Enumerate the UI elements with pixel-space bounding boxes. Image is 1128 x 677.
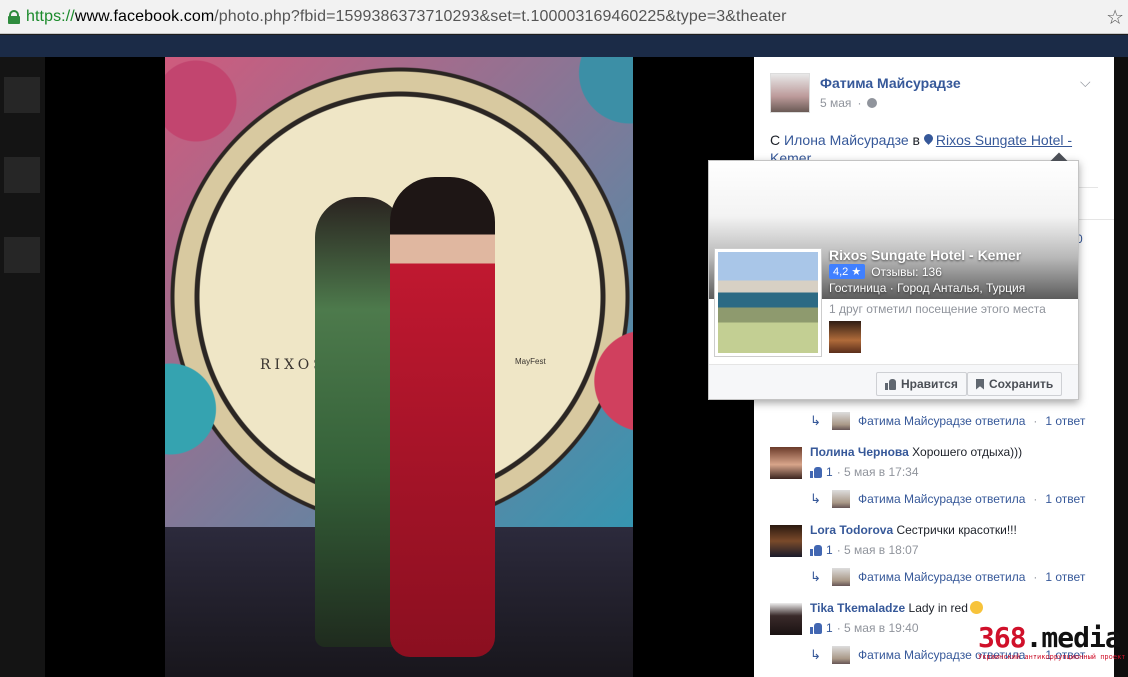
globe-icon <box>867 98 878 108</box>
photo-theater[interactable]: RIXOS MayFest <box>45 57 754 677</box>
place-name[interactable]: Rixos Sungate Hotel - Kemer <box>829 247 1021 263</box>
place-category: Гостиница · Город Анталья, Турция <box>829 281 1026 295</box>
reply-summary[interactable]: ↳ Фатима Майсурадзе ответила · 1 ответ <box>810 489 1085 509</box>
post-date[interactable]: 5 мая <box>820 96 851 110</box>
place-rating: 4,2 ★ Отзывы: 136 <box>829 264 942 279</box>
like-count[interactable]: 1 <box>826 621 833 635</box>
like-count[interactable]: 1 <box>826 465 833 479</box>
reply-arrow-icon: ↳ <box>810 647 821 662</box>
commenter-name[interactable]: Tika Tkemaladze <box>810 601 905 615</box>
commenter-avatar[interactable] <box>770 525 802 557</box>
post-meta: 5 мая · <box>820 96 878 110</box>
commenter-name[interactable]: Полина Чернова <box>810 445 909 459</box>
commenter-avatar[interactable] <box>770 447 802 479</box>
location-pin-icon <box>924 134 933 146</box>
watermark-tagline: Украинский антикоррупционный проект <box>978 653 1126 661</box>
friends-visited: 1 друг отметил посещение этого места <box>829 302 1046 316</box>
place-hovercard: Rixos Sungate Hotel - Kemer 4,2 ★ Отзывы… <box>708 152 1079 400</box>
commenter-name[interactable]: Lora Todorova <box>810 523 893 537</box>
dimmed-right-strip <box>1114 57 1128 677</box>
reply-summary[interactable]: ↳ Фатима Майсурадзе ответила · 1 ответ <box>810 567 1085 587</box>
friend-avatar[interactable] <box>829 321 861 353</box>
comment-time[interactable]: · 5 мая в 18:07 <box>837 543 919 557</box>
like-thumb-icon <box>810 466 822 478</box>
reply-summary[interactable]: ↳ Фатима Майсурадзе ответила · 1 ответ <box>810 411 1085 431</box>
url-text[interactable]: https://www.facebook.com/photo.php?fbid=… <box>26 8 787 26</box>
watermark-number: 368 <box>978 621 1027 654</box>
like-thumb-icon <box>810 622 822 634</box>
reviews-count[interactable]: Отзывы: 136 <box>871 265 942 279</box>
chevron-down-icon[interactable]: ⌵ <box>1080 74 1091 91</box>
author-avatar[interactable] <box>770 73 810 113</box>
reply-arrow-icon: ↳ <box>810 413 821 428</box>
commenter-avatar[interactable] <box>770 603 802 635</box>
address-bar[interactable]: https://www.facebook.com/photo.php?fbid=… <box>0 0 1128 34</box>
comment-text: Сестрички красотки!!! <box>896 523 1017 537</box>
like-count[interactable]: 1 <box>826 543 833 557</box>
like-thumb-icon <box>810 544 822 556</box>
reply-arrow-icon: ↳ <box>810 491 821 506</box>
comment-time[interactable]: · 5 мая в 17:34 <box>837 465 919 479</box>
save-button[interactable]: Сохранить <box>967 372 1063 396</box>
watermark: 368.media Украинский антикоррупционный п… <box>978 624 1128 666</box>
author-name[interactable]: Фатима Майсурадзе <box>820 75 961 91</box>
bookmark-star-icon[interactable]: ☆ <box>1106 5 1124 30</box>
bookmark-icon <box>976 378 984 390</box>
comment-text: Хорошего отдыха))) <box>912 445 1023 459</box>
reply-avatar <box>832 412 850 430</box>
hovercard-footer: Нравится Сохранить <box>709 364 1078 399</box>
reply-avatar <box>832 490 850 508</box>
comment-time[interactable]: · 5 мая в 19:40 <box>837 621 919 635</box>
lock-icon <box>6 9 22 25</box>
reply-avatar <box>832 568 850 586</box>
tagged-person-link[interactable]: Илона Майсурадзе <box>784 132 909 148</box>
photo-event-text: MayFest <box>515 357 546 366</box>
thumbs-up-icon <box>885 378 896 390</box>
place-photo[interactable] <box>715 249 821 356</box>
dimmed-left-column <box>0 57 45 677</box>
photo-image[interactable]: RIXOS MayFest <box>165 57 633 677</box>
like-page-button[interactable]: Нравится <box>876 372 967 396</box>
person-red-dress <box>390 177 495 657</box>
comment-text: Lady in red <box>908 601 968 615</box>
rating-badge[interactable]: 4,2 ★ <box>829 264 866 279</box>
smile-emoji-icon <box>969 601 983 614</box>
dimmed-facebook-bar <box>0 35 1128 57</box>
reply-avatar <box>832 646 850 664</box>
watermark-domain: .media <box>1025 621 1122 654</box>
reply-arrow-icon: ↳ <box>810 569 821 584</box>
